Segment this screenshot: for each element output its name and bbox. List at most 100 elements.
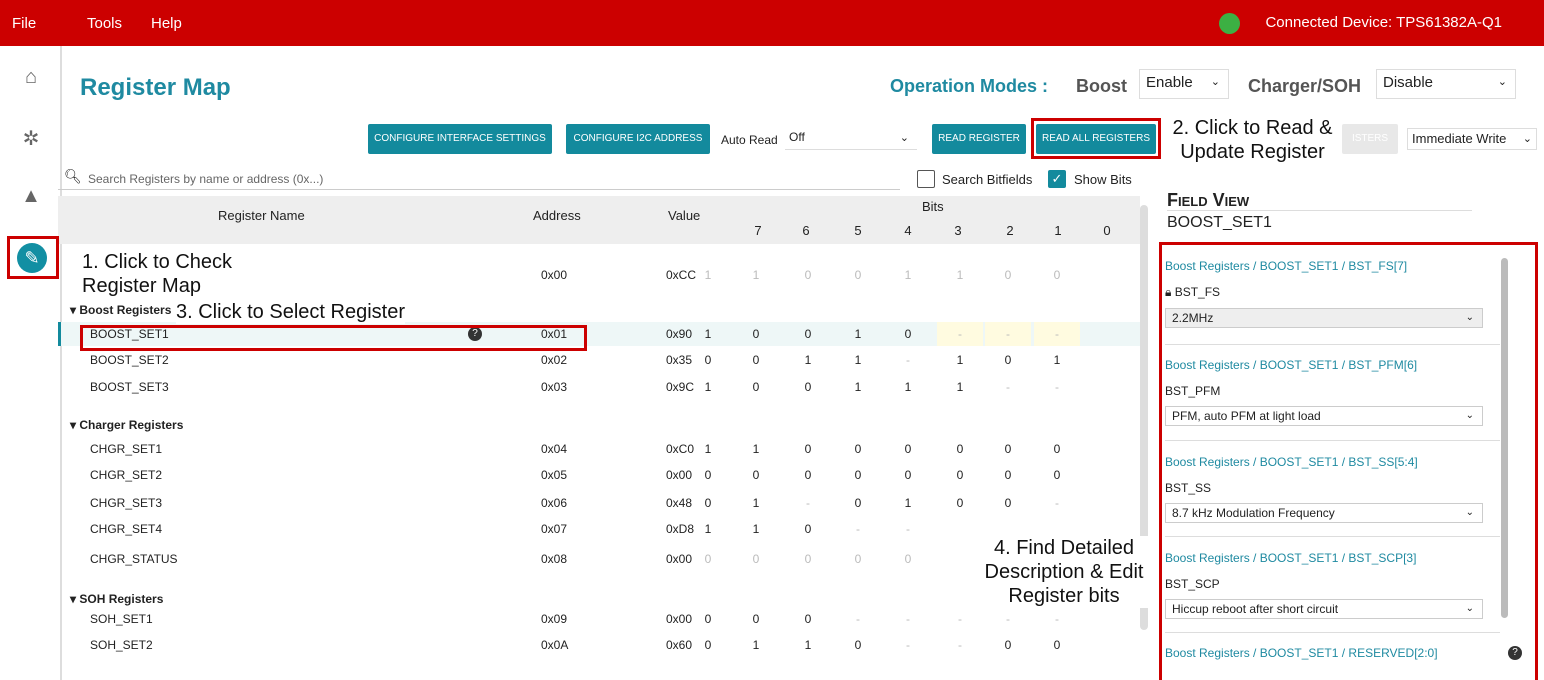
register-value: 0x00: [666, 612, 693, 626]
chevron-down-icon: ⌄: [1210, 76, 1220, 88]
register-value: 0x00: [666, 552, 693, 566]
bit-cell: 0: [904, 327, 912, 341]
bit-cell: 1: [854, 327, 862, 341]
write-mode-select[interactable]: Immediate Write ⌄: [1407, 128, 1537, 150]
write-registers-button[interactable]: ISTERS: [1342, 124, 1398, 154]
bit-cell: 1: [704, 327, 712, 341]
table-row[interactable]: SOH_SET1 0x09 0x00 0 0 0 - - - - -: [58, 607, 1140, 631]
register-value: 0x48: [666, 496, 693, 510]
warning-icon[interactable]: ▲: [18, 183, 44, 209]
bit-cell: 1: [956, 268, 964, 282]
bit-cell: 1: [752, 442, 760, 456]
sidebar: ⌂ ✲ ▲ ✎: [0, 46, 62, 680]
bit-cell: 0: [1004, 468, 1012, 482]
highlight-sidebar: [7, 236, 59, 279]
header-address: Address: [533, 208, 581, 223]
bit-cell: 1: [704, 380, 712, 394]
bit-cell: 0: [804, 268, 812, 282]
charger-mode-select[interactable]: Disable ⌄: [1376, 69, 1516, 99]
bit-cell: 0: [1004, 268, 1012, 282]
bit-cell: 1: [1053, 353, 1061, 367]
bit-cell: -: [1006, 612, 1010, 626]
register-address: 0x03: [541, 380, 568, 394]
chevron-down-icon: ⌄: [899, 132, 909, 144]
bit-cell: -: [856, 522, 860, 536]
table-row[interactable]: CHGR_SET3 0x06 0x48 0 1 - 0 1 0 0 -: [58, 491, 1140, 515]
group-header[interactable]: ▾ Charger Registers: [70, 418, 183, 432]
field-view-register: BOOST_SET1: [1167, 214, 1272, 231]
table-row[interactable]: SOH_SET2 0x0A 0x60 0 1 1 0 - - 0 0: [58, 633, 1140, 657]
bit-cell: 0: [854, 638, 862, 652]
header-value: Value: [668, 208, 701, 223]
bit-cell: 0: [704, 612, 712, 626]
home-icon[interactable]: ⌂: [18, 64, 44, 90]
annotation-2: 2. Click to Read & Update Register: [1165, 116, 1340, 164]
show-bits-checkbox[interactable]: ✓: [1048, 170, 1066, 188]
register-value: 0xCC: [666, 268, 697, 282]
table-row[interactable]: BOOST_SET2 0x02 0x35 0 0 1 1 - 1 0 1: [58, 348, 1140, 372]
bit-cell: 1: [704, 442, 712, 456]
bit-header: 3: [954, 223, 962, 238]
register-address: 0x02: [541, 353, 568, 367]
bit-cell: 0: [1053, 468, 1061, 482]
bit-cell: 1: [904, 380, 912, 394]
search-input[interactable]: Search Registers by name or address (0x.…: [58, 168, 900, 190]
register-value: 0x9C: [666, 380, 695, 394]
bit-cell: 0: [854, 496, 862, 510]
bit-cell: -: [806, 496, 810, 510]
charger-soh-label: Charger/SOH: [1248, 76, 1362, 96]
register-address: 0x06: [541, 496, 568, 510]
menu-help[interactable]: Help: [151, 15, 182, 32]
chevron-down-icon: ⌄: [1522, 133, 1532, 145]
gear-icon[interactable]: ✲: [18, 126, 44, 152]
bit-cell: 1: [804, 638, 812, 652]
group-header[interactable]: ▾ Boost Registers: [70, 303, 171, 317]
bit-cell: 1: [854, 380, 862, 394]
connected-device-label: Connected Device: TPS61382A-Q1: [1265, 14, 1502, 31]
table-row[interactable]: CHGR_SET1 0x04 0xC0 1 1 0 0 0 0 0 0: [58, 437, 1140, 461]
bit-cell: 0: [804, 380, 812, 394]
bit-cell: 0: [1004, 638, 1012, 652]
menu-file[interactable]: File: [12, 15, 36, 32]
register-name: CHGR_STATUS: [90, 552, 178, 566]
register-value: 0xC0: [666, 442, 695, 456]
highlight-field-view: [1159, 242, 1538, 680]
read-register-button[interactable]: READ REGISTER: [932, 124, 1026, 154]
bit-cell: 0: [854, 468, 862, 482]
bit-cell: 1: [904, 496, 912, 510]
search-bitfields-checkbox[interactable]: [917, 170, 935, 188]
bit-cell: 0: [1053, 442, 1061, 456]
connection-status-icon: [1219, 13, 1240, 34]
register-name: CHGR_SET3: [90, 496, 163, 510]
boost-mode-select[interactable]: Enable ⌄: [1139, 69, 1229, 99]
bit-cell: 0: [752, 353, 760, 367]
boost-label: Boost: [1076, 76, 1127, 96]
bit-cell: -: [1055, 612, 1059, 626]
menubar: File Tools Help Connected Device: TPS613…: [0, 0, 1544, 46]
highlight-read-all: [1031, 118, 1161, 159]
group-header[interactable]: ▾ SOH Registers: [70, 592, 163, 606]
register-address: 0x08: [541, 552, 568, 566]
register-name: CHGR_SET2: [90, 468, 163, 482]
bit-cell: -: [906, 522, 910, 536]
bit-cell: 0: [1004, 442, 1012, 456]
bit-cell: 0: [956, 496, 964, 510]
bit-cell: -: [906, 353, 910, 367]
bit-cell: 0: [804, 522, 812, 536]
menu-tools[interactable]: Tools: [87, 15, 122, 32]
bit-cell: 0: [1053, 638, 1061, 652]
table-row[interactable]: CHGR_SET2 0x05 0x00 0 0 0 0 0 0 0 0: [58, 463, 1140, 487]
configure-i2c-button[interactable]: CONFIGURE I2C ADDRESS: [566, 124, 710, 154]
bit-header: 4: [904, 223, 912, 238]
bit-cell: -: [958, 638, 962, 652]
bit-cell: 0: [752, 327, 760, 341]
bit-cell: 1: [752, 268, 760, 282]
auto-read-select[interactable]: Off ⌄: [785, 128, 917, 150]
configure-interface-button[interactable]: CONFIGURE INTERFACE SETTINGS: [368, 124, 552, 154]
annotation-1: 1. Click to Check Register Map: [82, 251, 233, 297]
bit-cell: 1: [804, 353, 812, 367]
search-bitfields-label: Search Bitfields: [942, 172, 1033, 187]
bit-cell: -: [937, 322, 983, 346]
table-row[interactable]: BOOST_SET3 0x03 0x9C 1 0 0 1 1 1 - -: [58, 375, 1140, 399]
field-view-title: Field View: [1167, 190, 1250, 210]
